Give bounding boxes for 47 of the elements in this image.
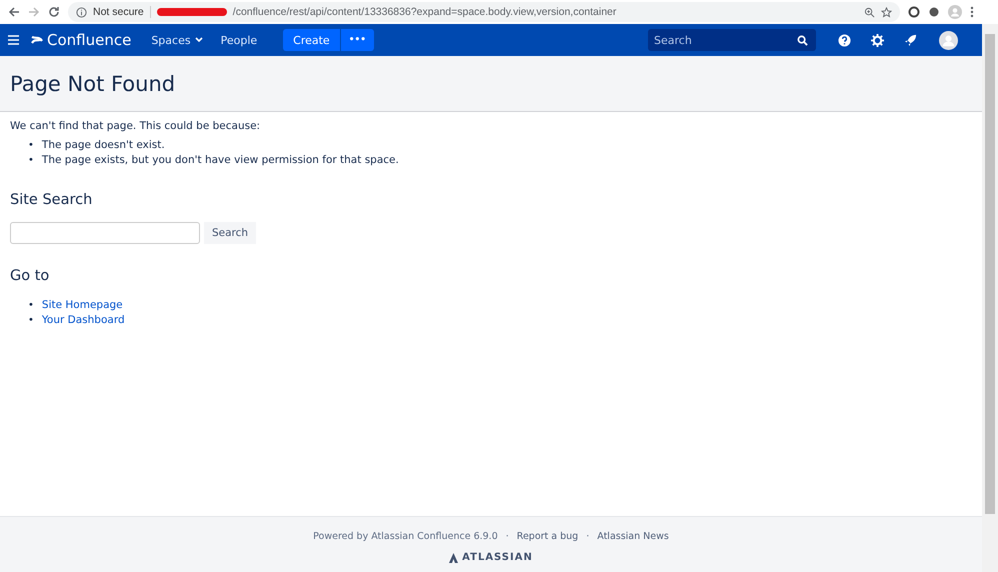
intro-text: We can't find that page. This could be because: — [10, 120, 262, 132]
zoom-icon[interactable] — [864, 6, 875, 18]
search-icon[interactable] — [797, 34, 808, 46]
reload-icon[interactable] — [48, 6, 60, 18]
security-label: Not secure — [93, 6, 151, 18]
create-button[interactable]: Create — [283, 29, 340, 51]
extension-icon[interactable] — [928, 6, 940, 18]
address-bar[interactable]: Not secure /confluence/rest/api/content/13336836?expand=space.body.view,version,container — [68, 2, 900, 22]
more-button[interactable]: ••• — [340, 29, 374, 51]
menu-icon[interactable] — [8, 35, 19, 45]
url-text: /confluence/rest/api/content/13336836?expand=space.body.view,version,container — [232, 6, 616, 18]
nav-link[interactable]: Spaces — [145, 30, 209, 50]
extension-icon[interactable] — [908, 6, 920, 18]
footer-link[interactable]: Report a bug — [516, 531, 578, 542]
bullet-marker: • — [28, 299, 34, 313]
logo-icon — [31, 34, 43, 46]
settings-icon[interactable] — [871, 34, 884, 46]
bullet-marker: • — [28, 314, 34, 328]
footer-separator: · — [506, 531, 509, 542]
redaction-scribble — [156, 8, 227, 16]
search-input[interactable] — [10, 222, 200, 244]
nav-link[interactable]: People — [214, 30, 264, 50]
reason-item: The page exists, but you don't have view permission for that space. — [42, 153, 399, 168]
help-icon[interactable] — [838, 34, 851, 46]
footer-separator: · — [586, 531, 590, 542]
section-heading: Go to — [10, 268, 50, 284]
brand-logo-icon — [449, 552, 458, 562]
menu-icon[interactable] — [970, 6, 974, 18]
goto-link[interactable]: Site Homepage — [42, 298, 123, 313]
info-icon[interactable] — [76, 6, 87, 18]
bullet-marker: • — [28, 139, 34, 153]
section-heading: Site Search — [10, 192, 94, 208]
footer-text: Powered by Atlassian Confluence 6.9.0 — [313, 531, 498, 542]
search-field[interactable]: Search — [648, 29, 816, 51]
bullet-marker: • — [28, 154, 34, 168]
reason-item: The page doesn't exist. — [42, 138, 165, 153]
footer-link[interactable]: Atlassian News — [597, 531, 669, 542]
rocket-icon[interactable] — [904, 34, 917, 46]
page-title: Page Not Found — [10, 72, 176, 96]
star-icon[interactable] — [881, 6, 892, 18]
brand-text: ATLASSIAN — [462, 552, 533, 563]
avatar-icon[interactable] — [939, 30, 958, 50]
goto-link[interactable]: Your Dashboard — [42, 313, 125, 328]
app-logo-text[interactable]: Confluence — [47, 31, 132, 49]
scrollbar-thumb[interactable] — [985, 34, 995, 514]
back-icon[interactable] — [8, 6, 20, 18]
search-button[interactable]: Search — [204, 222, 256, 244]
